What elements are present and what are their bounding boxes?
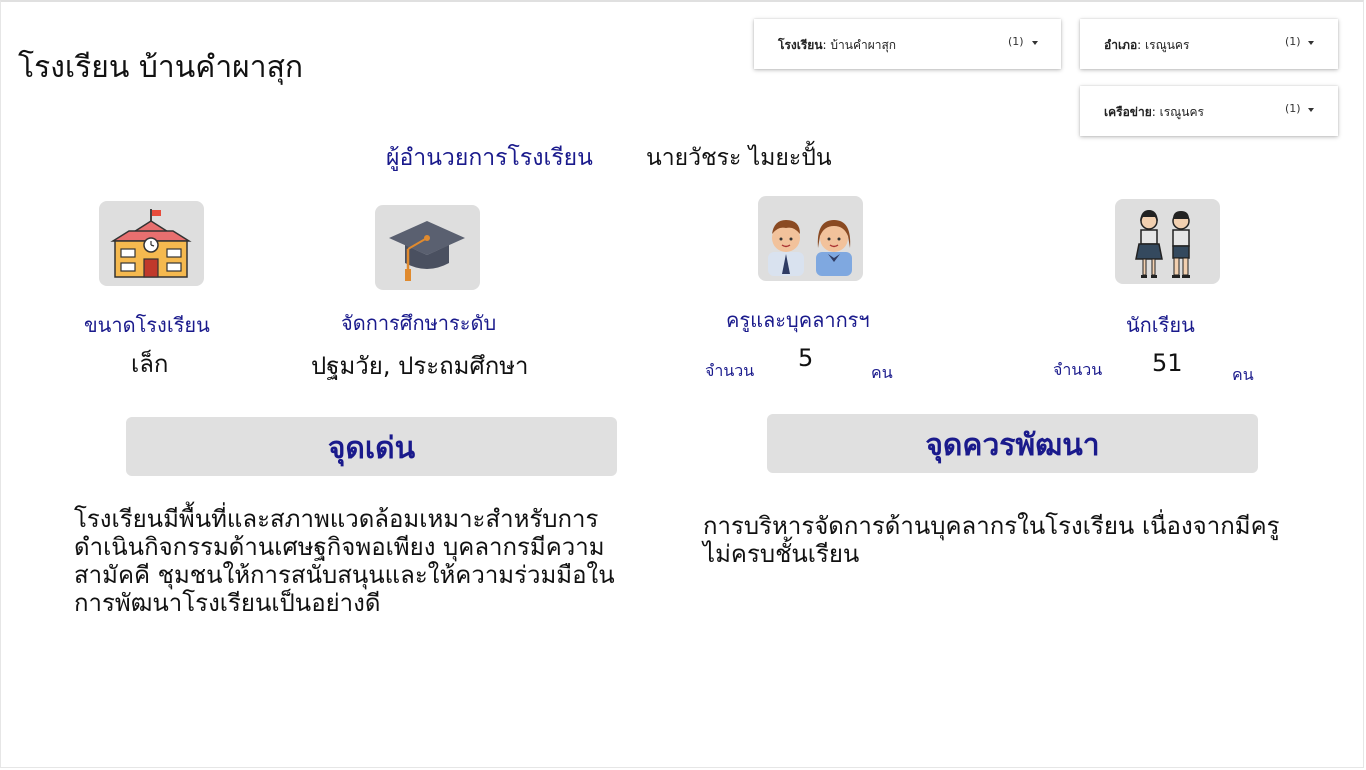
district-filter-count: (1) xyxy=(1285,35,1301,48)
teachers-icon-box xyxy=(758,196,863,281)
students-count-unit: คน xyxy=(1232,365,1254,384)
school-size-icon-box xyxy=(99,201,204,286)
education-level-icon-box xyxy=(375,205,480,290)
education-level-value: ปฐมวัย, ประถมศึกษา xyxy=(311,352,529,380)
network-filter-label: เครือข่าย: เรณูนคร xyxy=(1104,105,1204,119)
district-filter-dropdown[interactable]: อำเภอ: เรณูนคร (1) xyxy=(1080,19,1338,69)
chevron-down-icon xyxy=(1308,108,1314,112)
strengths-line: โรงเรียนมีพื้นที่และสภาพแวดล้อมเหมาะสำหร… xyxy=(74,505,599,533)
improvements-text: การบริหารจัดการด้านบุคลากรในโรงเรียน เนื… xyxy=(703,512,1343,568)
strengths-line: สามัคคี ชุมชนให้การสนับสนุนและให้ความร่ว… xyxy=(74,561,615,589)
strengths-text: โรงเรียนมีพื้นที่และสภาพแวดล้อมเหมาะสำหร… xyxy=(74,505,674,617)
network-filter-count: (1) xyxy=(1285,102,1301,115)
school-size-value: เล็ก xyxy=(131,350,169,378)
improvements-line: ไม่ครบชั้นเรียน xyxy=(703,540,860,568)
school-filter-count: (1) xyxy=(1008,35,1024,48)
students-icon-box xyxy=(1115,199,1220,284)
teachers-icon xyxy=(768,220,852,276)
teachers-label: ครูและบุคลากรฯ xyxy=(726,308,870,332)
students-icon xyxy=(1135,210,1190,278)
director-name: นายวัชระ ไมยะปั้น xyxy=(646,145,832,171)
students-label: นักเรียน xyxy=(1126,313,1195,337)
school-building-icon xyxy=(110,209,192,278)
director-label: ผู้อำนวยการโรงเรียน xyxy=(386,145,593,171)
network-filter-dropdown[interactable]: เครือข่าย: เรณูนคร (1) xyxy=(1080,86,1338,136)
teachers-count-prefix: จำนวน xyxy=(705,361,755,380)
education-level-label: จัดการศึกษาระดับ xyxy=(341,311,497,335)
students-count-value: 51 xyxy=(1152,349,1183,377)
improvements-line: การบริหารจัดการด้านบุคลากรในโรงเรียน เนื… xyxy=(703,512,1280,540)
school-filter-label: โรงเรียน: บ้านคำผาสุก xyxy=(778,38,897,52)
page-title: โรงเรียน บ้านคำผาสุก xyxy=(18,50,304,85)
graduation-cap-icon xyxy=(389,221,465,281)
school-filter-dropdown[interactable]: โรงเรียน: บ้านคำผาสุก (1) xyxy=(754,19,1061,69)
improvements-heading: จุดควรพัฒนา xyxy=(767,414,1258,473)
teachers-count-unit: คน xyxy=(871,363,893,382)
strengths-heading: จุดเด่น xyxy=(126,417,617,476)
students-count-prefix: จำนวน xyxy=(1053,360,1103,379)
chevron-down-icon xyxy=(1032,41,1038,45)
teachers-count-value: 5 xyxy=(798,344,814,372)
district-filter-label: อำเภอ: เรณูนคร xyxy=(1104,38,1190,52)
strengths-line: ดำเนินกิจกรรมด้านเศษฐกิจพอเพียง บุคลากรม… xyxy=(74,533,605,561)
chevron-down-icon xyxy=(1308,41,1314,45)
school-size-label: ขนาดโรงเรียน xyxy=(84,313,210,337)
strengths-line: การพัฒนาโรงเรียนเป็นอย่างดี xyxy=(74,589,381,617)
